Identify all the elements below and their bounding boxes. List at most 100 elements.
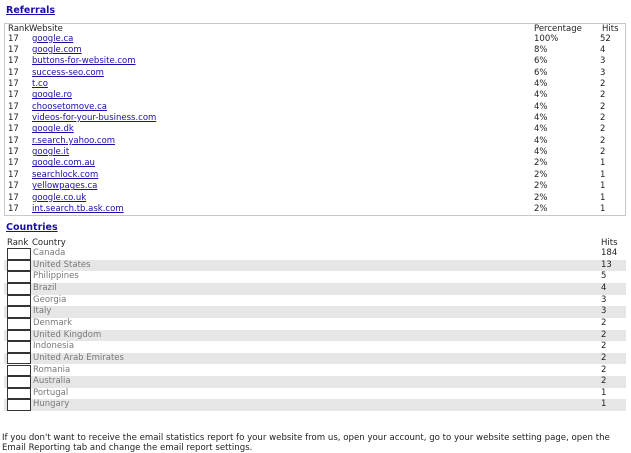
table-row: United Arab Emirates 2 <box>4 352 626 365</box>
rank-cell: 17 <box>8 90 19 101</box>
website-link[interactable]: r.search.yahoo.com <box>32 136 115 146</box>
rank-cell: 17 <box>8 169 19 180</box>
table-row: 17 int.search.tb.ask.com 2% 1 <box>5 203 625 215</box>
website-link[interactable]: videos-for-your-business.com <box>32 113 156 123</box>
table-row: 17 videos-for-your-business.com 4% 2 <box>5 113 625 124</box>
table-row: Australia 2 <box>4 376 626 388</box>
rank-cell: 17 <box>8 135 19 146</box>
rank-cell: 17 <box>8 158 19 169</box>
country-name-cell: Denmark <box>33 317 73 328</box>
country-flag-icon <box>7 271 31 283</box>
country-flag-icon <box>7 341 31 353</box>
website-link[interactable]: searchlock.com <box>32 170 98 180</box>
hits-cell: 3 <box>601 294 607 305</box>
hits-cell: 1 <box>600 181 606 192</box>
countries-header-row: Rank Country Hits <box>4 238 626 248</box>
website-link[interactable]: google.dk <box>32 124 74 135</box>
hits-cell: 3 <box>601 306 607 317</box>
website-link[interactable]: yellowpages.ca <box>32 181 97 191</box>
hits-cell: 2 <box>600 147 606 158</box>
rank-cell: 17 <box>8 56 19 67</box>
country-flag-icon <box>7 306 31 318</box>
hits-cell: 1 <box>601 399 607 410</box>
hits-cell: 1 <box>600 169 606 180</box>
countries-title-link[interactable]: Countries <box>6 222 58 233</box>
hits-cell: 4 <box>601 282 607 293</box>
website-link[interactable]: int.search.tb.ask.com <box>32 204 124 214</box>
rank-cell: 17 <box>8 124 19 135</box>
hits-cell: 1 <box>600 192 606 203</box>
hits-cell: 2 <box>600 101 606 112</box>
country-flag-icon <box>7 317 31 330</box>
table-row: Italy 3 <box>4 306 626 318</box>
website-cell: google.com <box>32 45 82 56</box>
hits-cell: 1 <box>600 203 606 214</box>
percentage-cell: 4% <box>534 147 548 158</box>
country-flag-icon <box>7 248 31 260</box>
website-link[interactable]: google.it <box>32 147 69 157</box>
website-link[interactable]: google.ro <box>32 90 72 101</box>
hits-cell: 2 <box>600 124 606 135</box>
percentage-cell: 4% <box>534 135 548 146</box>
percentage-cell: 4% <box>534 90 548 101</box>
rank-cell: 17 <box>8 101 19 112</box>
country-name-cell: Philippines <box>33 271 79 282</box>
table-row: Hungary 1 <box>4 399 626 412</box>
table-row: 17 choosetomove.ca 4% 2 <box>5 101 625 113</box>
website-link[interactable]: choosetomove.ca <box>32 102 107 112</box>
table-row: Canada 184 <box>4 248 626 260</box>
table-row: Portugal 1 <box>4 387 626 400</box>
website-link[interactable]: t.co <box>32 79 48 89</box>
country-flag-icon <box>7 399 31 412</box>
country-flag-icon <box>7 282 31 295</box>
hits-cell: 2 <box>601 376 607 387</box>
hits-cell: 2 <box>601 341 607 352</box>
country-flag-icon <box>7 294 31 307</box>
table-row: 17 buttons-for-website.com 6% 3 <box>5 56 625 67</box>
website-link[interactable]: success-seo.com <box>32 68 104 78</box>
website-cell: google.it <box>32 147 69 158</box>
table-row: 17 google.ca 100% 52 <box>5 33 625 45</box>
hits-cell: 4 <box>600 44 606 55</box>
country-flag-icon <box>7 364 31 377</box>
website-cell: int.search.tb.ask.com <box>32 204 124 215</box>
percentage-cell: 2% <box>534 181 548 192</box>
hits-cell: 2 <box>600 90 606 101</box>
website-cell: t.co <box>32 79 48 90</box>
website-link[interactable]: google.com <box>32 45 82 55</box>
country-name-cell: Romania <box>33 364 71 375</box>
percentage-cell: 4% <box>534 113 548 124</box>
countries-table: Rank Country Hits Canada 184 United States… <box>4 238 626 430</box>
hits-cell: 2 <box>601 317 607 328</box>
rank-cell: 17 <box>8 203 19 214</box>
website-link[interactable]: google.co.uk <box>32 193 86 203</box>
hits-cell: 3 <box>600 67 606 78</box>
table-row: 17 t.co 4% 2 <box>5 79 625 90</box>
country-column-header: Country <box>32 238 66 248</box>
percentage-cell: 2% <box>534 158 548 169</box>
rank-cell: 17 <box>8 181 19 192</box>
hits-cell: 1 <box>601 387 607 398</box>
website-link[interactable]: google.ca <box>32 34 73 44</box>
referrals-title-link[interactable]: Referrals <box>6 5 55 16</box>
percentage-cell: 4% <box>534 101 548 112</box>
percentage-cell: 100% <box>534 33 559 44</box>
table-row: 17 r.search.yahoo.com 4% 2 <box>5 135 625 147</box>
website-cell: videos-for-your-business.com <box>32 113 156 124</box>
rank-cell: 17 <box>8 67 19 78</box>
rank-cell: 17 <box>8 147 19 158</box>
country-name-cell: Australia <box>33 376 71 387</box>
hits-cell: 2 <box>600 113 606 124</box>
table-row: 17 searchlock.com 2% 1 <box>5 169 625 181</box>
country-name-cell: Canada <box>33 248 66 258</box>
referrals-table: Rank Website Percentage Hits 17 google.ca… <box>4 23 626 216</box>
website-cell: choosetomove.ca <box>32 102 107 113</box>
hits-cell: 1 <box>600 158 606 169</box>
percentage-cell: 4% <box>534 79 548 89</box>
table-row: Brazil 4 <box>4 282 626 295</box>
hits-cell: 184 <box>601 248 618 258</box>
website-link[interactable]: buttons-for-website.com <box>32 56 136 66</box>
country-name-cell: Italy <box>33 306 52 317</box>
website-link[interactable]: google.com.au <box>32 158 95 169</box>
table-row: 17 google.com.au 2% 1 <box>5 159 625 169</box>
